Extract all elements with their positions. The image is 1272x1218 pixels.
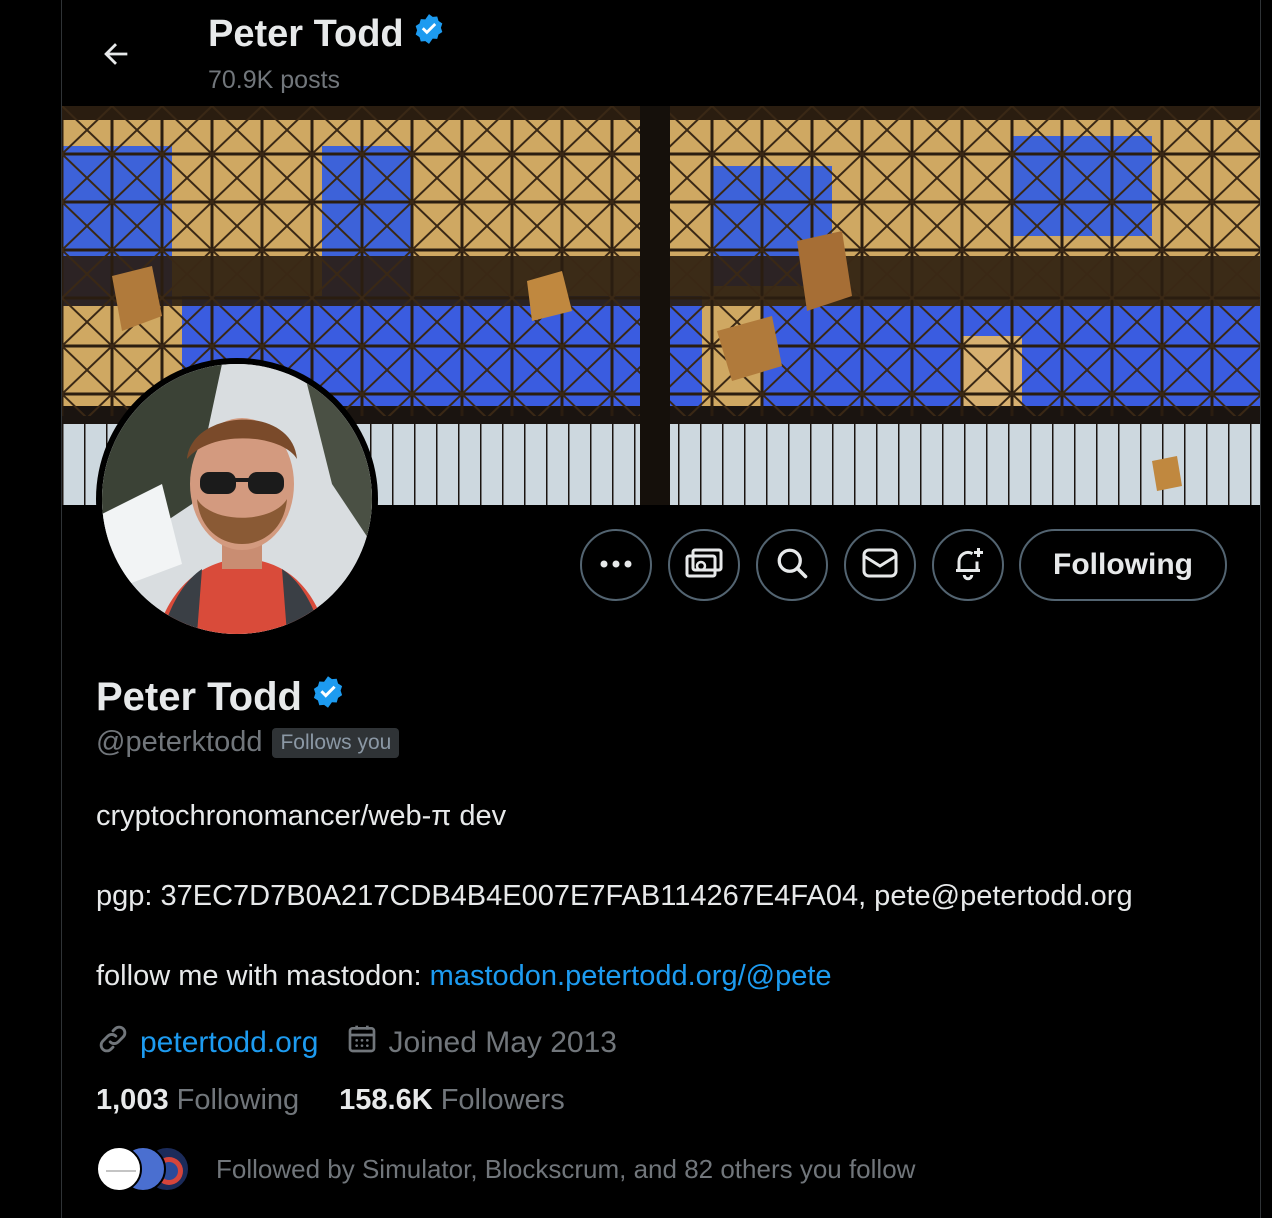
search-profile-button[interactable] — [756, 529, 828, 601]
bell-plus-icon — [950, 545, 986, 586]
profile-name: Peter Todd — [96, 674, 346, 720]
back-arrow-icon[interactable] — [92, 30, 140, 78]
more-dots-icon — [599, 556, 633, 574]
following-button[interactable]: Following — [1019, 529, 1227, 601]
verified-badge-icon — [412, 12, 446, 56]
header-title: Peter Todd — [208, 12, 446, 56]
profile-display-name: Peter Todd — [96, 674, 302, 719]
followed-by-text: Followed by Simulator, Blockscrum, and 8… — [216, 1153, 916, 1184]
joined-item: Joined May 2013 — [346, 1023, 617, 1063]
profile-avatar[interactable] — [96, 358, 378, 640]
followers-stat-link[interactable]: 158.6K Followers — [339, 1084, 565, 1117]
envelope-icon — [862, 548, 898, 583]
followers-count: 158.6K — [339, 1084, 433, 1116]
follow-stats: 1,003 Following 158.6K Followers — [96, 1084, 605, 1117]
profile-meta: petertodd.org Joined May 2013 — [96, 1022, 645, 1064]
verified-badge-icon[interactable] — [310, 674, 346, 720]
mastodon-link[interactable]: mastodon.petertodd.org/@pete — [430, 960, 832, 992]
handle-row: @peterktodd Follows you — [96, 726, 400, 759]
joined-date: Joined May 2013 — [388, 1026, 617, 1059]
following-label: Following — [176, 1084, 300, 1116]
profile-handle: @peterktodd — [96, 726, 263, 758]
search-icon — [774, 545, 810, 586]
profile-column: Peter Todd 70.9K posts Following Peter T… — [61, 0, 1261, 1218]
money-icon — [685, 546, 723, 585]
website-item: petertodd.org — [96, 1022, 318, 1064]
following-stat-link[interactable]: 1,003 Following — [96, 1084, 299, 1117]
followed-by-row[interactable]: Followed by Simulator, Blockscrum, and 8… — [96, 1146, 915, 1192]
bio-line-3: follow me with mastodon: mastodon.petert… — [96, 960, 832, 993]
message-button[interactable] — [844, 529, 916, 601]
notifications-button[interactable] — [932, 529, 1004, 601]
following-count: 1,003 — [96, 1084, 169, 1116]
more-options-button[interactable] — [580, 529, 652, 601]
bio-line-1: cryptochronomancer/web-π dev — [96, 800, 507, 832]
follower-avatar-1 — [96, 1146, 142, 1192]
website-link[interactable]: petertodd.org — [140, 1026, 318, 1060]
followers-label: Followers — [440, 1084, 565, 1116]
header-name: Peter Todd — [208, 12, 404, 55]
header-post-count: 70.9K posts — [208, 66, 341, 94]
subscribe-button[interactable] — [668, 529, 740, 601]
link-icon — [96, 1022, 130, 1064]
followed-by-avatars — [96, 1146, 196, 1192]
calendar-icon — [346, 1023, 378, 1063]
avatar-photo — [102, 364, 372, 634]
bio-mastodon-prefix: follow me with mastodon: — [96, 960, 430, 992]
bio-line-2: pgp: 37EC7D7B0A217CDB4B4E007E7FAB114267E… — [96, 880, 1133, 912]
follows-you-badge: Follows you — [272, 727, 400, 758]
